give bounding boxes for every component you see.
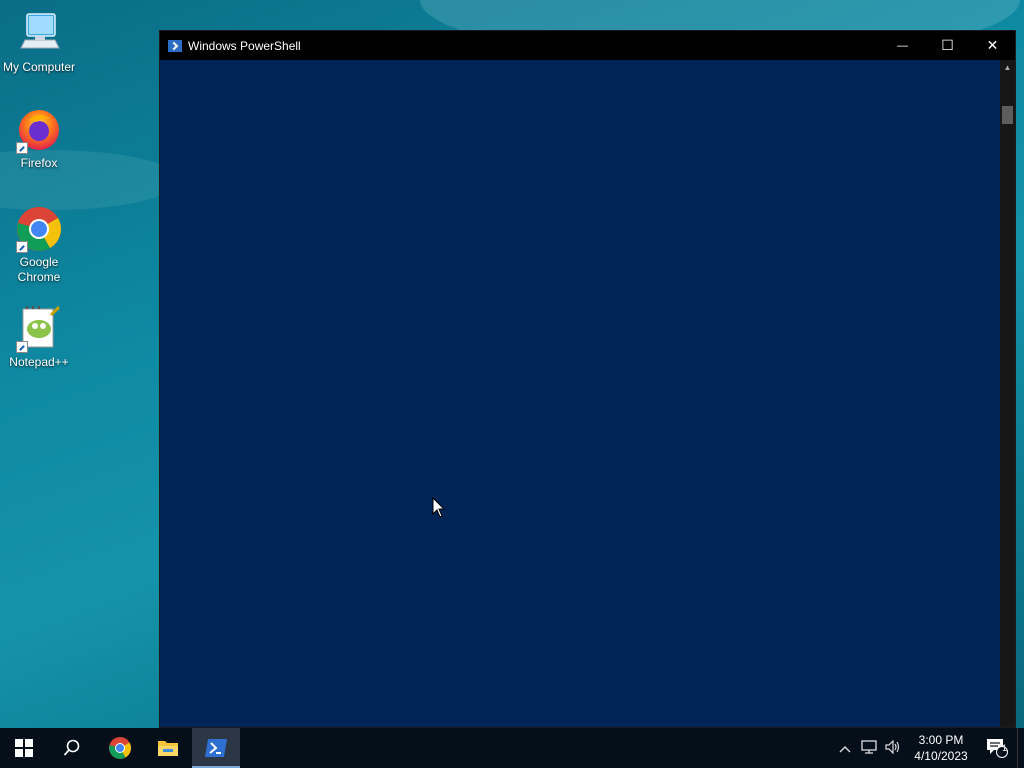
folder-icon bbox=[158, 741, 178, 756]
computer-icon bbox=[15, 10, 63, 58]
window-titlebar[interactable]: Windows PowerShell — ☐ ✕ bbox=[160, 31, 1015, 60]
chrome-icon bbox=[109, 737, 131, 759]
maximize-icon: ☐ bbox=[941, 37, 954, 53]
notepadpp-icon bbox=[15, 305, 63, 353]
action-center-button[interactable]: 1 bbox=[977, 728, 1017, 768]
search-button[interactable] bbox=[48, 728, 96, 768]
search-icon bbox=[63, 739, 80, 756]
speaker-icon bbox=[885, 739, 900, 754]
system-tray: 3:00 PM 4/10/2023 1 bbox=[833, 728, 1024, 768]
minimize-button[interactable]: — bbox=[880, 31, 925, 60]
network-button[interactable] bbox=[857, 739, 881, 757]
clock-date: 4/10/2023 bbox=[914, 749, 968, 763]
chevron-up-icon bbox=[839, 745, 851, 752]
window-title: Windows PowerShell bbox=[188, 38, 301, 53]
start-button[interactable] bbox=[0, 728, 48, 768]
minimize-icon: — bbox=[897, 39, 908, 52]
volume-button[interactable] bbox=[881, 739, 905, 757]
shortcut-arrow-icon bbox=[16, 341, 28, 353]
chrome-icon bbox=[15, 205, 63, 253]
taskbar-powershell-button[interactable] bbox=[192, 728, 240, 768]
powershell-window[interactable]: Windows PowerShell — ☐ ✕ ▲ bbox=[159, 30, 1016, 728]
console-output-area[interactable] bbox=[160, 60, 1000, 727]
desktop-icon-google-chrome[interactable]: Google Chrome bbox=[0, 205, 78, 285]
clock[interactable]: 3:00 PM 4/10/2023 bbox=[905, 732, 977, 764]
maximize-button[interactable]: ☐ bbox=[925, 31, 970, 60]
taskbar-file-explorer-button[interactable] bbox=[144, 728, 192, 768]
powershell-icon bbox=[205, 739, 227, 757]
desktop-icon-label: Firefox bbox=[20, 156, 58, 170]
show-hidden-icons-button[interactable] bbox=[833, 741, 857, 756]
powershell-icon bbox=[168, 39, 182, 52]
windows-logo-icon bbox=[15, 739, 33, 757]
firefox-icon bbox=[15, 106, 63, 154]
desktop-icon-notepadpp[interactable]: Notepad++ bbox=[0, 305, 78, 370]
desktop-icon-label: My Computer bbox=[2, 60, 76, 74]
shortcut-arrow-icon bbox=[16, 142, 28, 154]
desktop-icon-label: Google Chrome bbox=[17, 255, 61, 284]
desktop-icon-label: Notepad++ bbox=[9, 355, 69, 369]
notification-count-badge: 1 bbox=[1002, 743, 1008, 753]
desktop-icon-my-computer[interactable]: My Computer bbox=[0, 10, 78, 75]
shortcut-arrow-icon bbox=[16, 241, 28, 253]
close-button[interactable]: ✕ bbox=[970, 31, 1015, 60]
mouse-cursor-icon bbox=[432, 497, 446, 518]
show-desktop-button[interactable] bbox=[1017, 728, 1024, 768]
scroll-up-icon[interactable]: ▲ bbox=[1000, 60, 1015, 76]
clock-time: 3:00 PM bbox=[918, 733, 964, 747]
scroll-thumb[interactable] bbox=[1002, 106, 1013, 124]
close-icon: ✕ bbox=[986, 37, 999, 53]
desktop-icon-firefox[interactable]: Firefox bbox=[0, 106, 78, 171]
taskbar: 3:00 PM 4/10/2023 1 bbox=[0, 728, 1024, 768]
vertical-scrollbar[interactable]: ▲ bbox=[1000, 60, 1015, 727]
network-icon bbox=[861, 739, 877, 754]
taskbar-chrome-button[interactable] bbox=[96, 728, 144, 768]
